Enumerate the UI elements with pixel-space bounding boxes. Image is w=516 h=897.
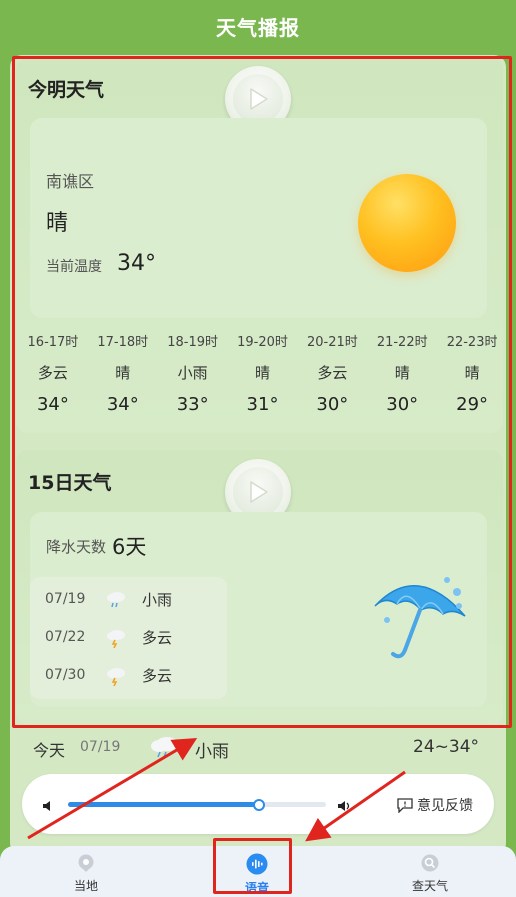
feedback-label: 意见反馈 [417,798,473,814]
hour-temp: 34° [106,394,139,415]
nav-voice[interactable]: 语音 [237,853,277,896]
hour-time: 22-23时 [446,335,498,350]
today-tomorrow-title: 今明天气 [28,79,105,101]
list-item: 07/19 小雨 [30,581,227,617]
hour-time: 16-17时 [27,335,79,350]
list-item: 07/22 多云 [30,619,227,655]
hour-temp: 30° [386,394,419,415]
hour-temp: 34° [36,394,69,415]
hour-item: 18-19时 小雨 33° [158,330,228,425]
today-label: 今天 [33,741,66,760]
volume-down-icon[interactable] [42,799,56,813]
forecast-date: 07/19 [45,591,86,607]
forecast-date: 07/22 [45,629,86,645]
play-icon [250,481,268,503]
rain-days-value: 6天 [112,535,147,559]
forecast-date: 07/30 [45,667,86,683]
hour-time: 20-21时 [306,335,358,350]
hour-item: 21-22时 晴 30° [367,330,437,425]
forecast-weather: 多云 [142,666,173,685]
rain-cloud-icon [151,737,178,758]
nav-local[interactable]: 当地 [66,853,106,894]
hour-temp: 31° [246,394,279,415]
hour-temp: 33° [176,394,209,415]
play-icon [250,88,268,110]
rain-cloud-icon [107,592,125,608]
hour-item: 16-17时 多云 34° [18,330,88,425]
hour-time: 21-22时 [376,335,428,350]
hourly-forecast: 16-17时 多云 34° 17-18时 晴 34° 18-19时 小雨 33°… [18,330,507,425]
nav-search-label: 查天气 [411,879,448,893]
location-icon [78,854,94,872]
volume-up-icon[interactable] [337,799,351,813]
hour-time: 19-20时 [237,335,288,350]
feedback-button[interactable]: 意见反馈 [397,795,473,815]
fifteen-day-title: 15日天气 [28,472,112,494]
top-bar: 天气播报 [0,0,516,52]
today-date: 07/19 [80,739,121,755]
hour-item: 19-20时 晴 31° [228,330,298,425]
hour-weather: 小雨 [177,364,208,382]
hour-time: 17-18时 [97,335,149,350]
feedback-icon [397,797,413,813]
voice-icon [246,853,268,875]
current-temp-label: 当前温度 [46,259,102,275]
hour-weather: 多云 [37,364,68,382]
hour-time: 18-19时 [167,335,219,350]
hour-temp: 29° [456,394,489,415]
district-name: 南谯区 [46,172,95,191]
forecast-list[interactable]: 07/19 小雨 07/22 多云 07/30 多云 [30,577,227,699]
search-weather-icon [421,854,439,872]
hour-item: 17-18时 晴 34° [88,330,158,425]
hour-weather: 晴 [394,364,410,382]
rain-days-label: 降水天数 [46,538,107,556]
hour-item: 22-23时 晴 29° [437,330,507,425]
nav-local-label: 当地 [73,879,98,893]
current-weather: 晴 [46,211,69,236]
hour-temp: 30° [316,394,349,415]
forecast-weather: 小雨 [142,590,173,609]
forecast-weather: 多云 [142,628,173,647]
nav-search-weather[interactable]: 查天气 [410,853,450,894]
nav-voice-label: 语音 [244,881,269,895]
hour-weather: 多云 [317,364,348,382]
today-weather: 小雨 [195,742,229,762]
umbrella-icon [374,577,466,659]
page-title: 天气播报 [216,15,300,40]
progress-fill [68,802,259,807]
thunder-cloud-icon [107,630,125,648]
hour-item: 20-21时 多云 30° [297,330,367,425]
progress-knob[interactable] [253,799,265,811]
hour-weather: 晴 [464,364,480,382]
thunder-cloud-icon [107,668,125,686]
sun-icon [358,174,456,272]
hour-weather: 晴 [255,364,271,382]
current-temp-value: 34° [117,251,156,276]
list-item: 07/30 多云 [30,657,227,693]
today-temp-range: 24~34° [413,737,480,757]
hour-weather: 晴 [115,364,131,382]
